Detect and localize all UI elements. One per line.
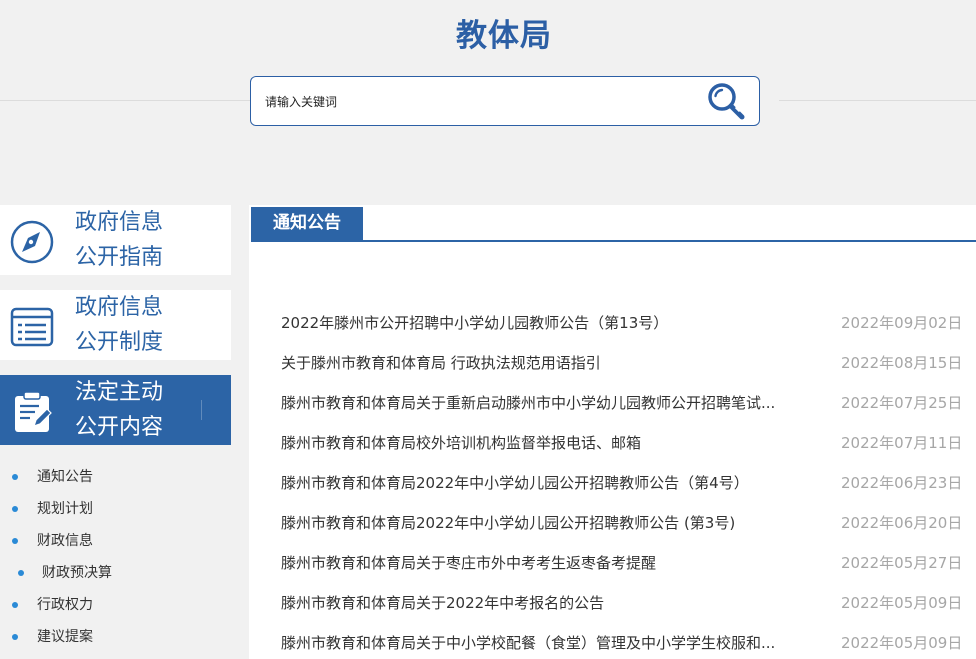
bullet-dot: [18, 570, 24, 576]
news-title: 滕州市教育和体育局关于中小学校配餐（食堂）管理及中小学学生校服和...: [281, 634, 776, 652]
sub-item-label: 财政预决算: [42, 565, 112, 581]
bullet-dot: [12, 602, 18, 608]
news-date: 2022年08月15日: [841, 354, 963, 372]
sidebar-content[interactable]: 法定主动 公开内容: [0, 375, 231, 445]
news-date: 2022年05月09日: [841, 594, 963, 612]
sidebar-guide[interactable]: 政府信息 公开指南: [0, 205, 231, 275]
news-date: 2022年06月23日: [841, 474, 963, 492]
sub-item-finance[interactable]: 财政信息: [0, 531, 200, 551]
sidebar-content-line1: 法定主动: [75, 380, 164, 405]
sidebar-system[interactable]: 政府信息 公开制度: [0, 290, 231, 360]
sub-item-budget[interactable]: 财政预决算: [0, 563, 200, 583]
news-item[interactable]: 滕州市教育和体育局关于中小学校配餐（食堂）管理及中小学学生校服和... 2022…: [281, 632, 976, 654]
search-input[interactable]: [265, 91, 705, 113]
news-date: 2022年09月02日: [841, 314, 963, 332]
sub-item-plans[interactable]: 规划计划: [0, 499, 200, 519]
sub-item-label: 财政信息: [37, 533, 93, 549]
news-title: 滕州市教育和体育局关于枣庄市外中考考生返枣备考提醒: [281, 554, 657, 572]
news-date: 2022年07月11日: [841, 434, 963, 452]
news-title: 关于滕州市教育和体育局 行政执法规范用语指引: [281, 354, 601, 372]
news-date: 2022年05月09日: [841, 634, 963, 652]
news-title: 滕州市教育和体育局2022年中小学幼儿园公开招聘教师公告（第4号）: [281, 474, 749, 492]
tab-notices[interactable]: 通知公告: [251, 207, 363, 240]
news-item[interactable]: 2022年滕州市公开招聘中小学幼儿园教师公告（第13号） 2022年09月02日: [281, 312, 976, 334]
sidebar-content-line2: 公开内容: [75, 415, 164, 440]
news-date: 2022年07月25日: [841, 394, 963, 412]
news-item[interactable]: 滕州市教育和体育局关于2022年中考报名的公告 2022年05月09日: [281, 592, 976, 614]
search-icon[interactable]: [706, 82, 746, 120]
sidebar-divider: [201, 400, 202, 420]
header-divider-left: [0, 100, 250, 101]
news-title: 滕州市教育和体育局2022年中小学幼儿园公开招聘教师公告 (第3号): [281, 514, 736, 532]
bullet-dot: [12, 634, 18, 640]
tab-underline: [251, 240, 976, 242]
search-box: [250, 76, 760, 126]
sub-item-label: 建议提案: [37, 629, 93, 645]
news-item[interactable]: 滕州市教育和体育局关于枣庄市外中考考生返枣备考提醒 2022年05月27日: [281, 552, 976, 574]
bullet-dot: [12, 506, 18, 512]
news-item[interactable]: 滕州市教育和体育局关于重新启动滕州市中小学幼儿园教师公开招聘笔试... 2022…: [281, 392, 976, 414]
sidebar-guide-line1: 政府信息: [75, 210, 164, 235]
sub-item-notices[interactable]: 通知公告: [0, 467, 200, 487]
sub-item-proposals[interactable]: 建议提案: [0, 627, 200, 647]
header-divider-right: [779, 100, 976, 101]
sub-item-label: 通知公告: [37, 469, 93, 485]
sidebar-guide-line2: 公开指南: [75, 245, 164, 270]
page-title: 教体局: [456, 18, 552, 54]
sub-item-admin-power[interactable]: 行政权力: [0, 595, 200, 615]
news-item[interactable]: 滕州市教育和体育局2022年中小学幼儿园公开招聘教师公告 (第3号) 2022年…: [281, 512, 976, 534]
bullet-dot: [12, 538, 18, 544]
bullet-dot: [12, 474, 18, 480]
news-title: 滕州市教育和体育局关于重新启动滕州市中小学幼儿园教师公开招聘笔试...: [281, 394, 776, 412]
news-date: 2022年05月27日: [841, 554, 963, 572]
news-item[interactable]: 滕州市教育和体育局2022年中小学幼儿园公开招聘教师公告（第4号） 2022年0…: [281, 472, 976, 494]
news-date: 2022年06月20日: [841, 514, 963, 532]
news-title: 2022年滕州市公开招聘中小学幼儿园教师公告（第13号）: [281, 314, 669, 332]
news-item[interactable]: 关于滕州市教育和体育局 行政执法规范用语指引 2022年08月15日: [281, 352, 976, 374]
sidebar-system-line2: 公开制度: [75, 330, 164, 355]
news-title: 滕州市教育和体育局关于2022年中考报名的公告: [281, 594, 605, 612]
news-title: 滕州市教育和体育局校外培训机构监督举报电话、邮箱: [281, 434, 642, 452]
news-item[interactable]: 滕州市教育和体育局校外培训机构监督举报电话、邮箱 2022年07月11日: [281, 432, 976, 454]
sub-item-label: 行政权力: [37, 597, 93, 613]
list-document-icon: [10, 307, 54, 347]
sidebar-system-line1: 政府信息: [75, 295, 164, 320]
sub-item-label: 规划计划: [37, 501, 93, 517]
compass-icon: [10, 220, 54, 264]
clipboard-edit-icon: [15, 391, 52, 432]
